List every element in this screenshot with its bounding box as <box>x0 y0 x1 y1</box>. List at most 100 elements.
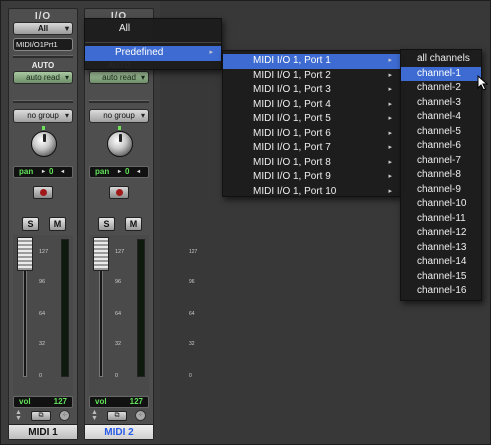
channel-strip-midi-1: I/O All MIDI/O1Prt1 AUTO auto read no gr… <box>8 8 121 440</box>
divider <box>13 55 73 58</box>
submenu-arrow-icon: ▸ <box>388 158 392 166</box>
fader-scale: 127 96 64 32 0 <box>115 249 125 379</box>
record-enable-button[interactable] <box>33 186 53 199</box>
volume-fader[interactable] <box>17 237 33 271</box>
volume-value: 127 <box>53 397 67 406</box>
volume-display[interactable]: vol 127 <box>13 396 73 408</box>
group-id-icon[interactable]: ⧉ <box>107 411 127 421</box>
automation-mode-selector[interactable]: auto read <box>89 71 149 84</box>
submenu-arrow-icon: ▸ <box>388 71 392 79</box>
pan-display[interactable]: pan ▸ 0 ◂ <box>13 166 73 178</box>
input-selector[interactable]: All <box>13 22 73 35</box>
mute-button[interactable]: M <box>125 217 142 231</box>
track-name[interactable]: MIDI 2 <box>85 424 153 439</box>
submenu-arrow-icon: ▸ <box>388 100 392 108</box>
pan-right-arrow-icon: ◂ <box>137 169 141 175</box>
group-id-icon[interactable]: ⧉ <box>31 411 51 421</box>
arrow-pointer-icon <box>477 75 489 91</box>
menu-item-label: Predefined <box>115 47 164 58</box>
fader-section: 127 96 64 32 0 127 96 64 32 0 <box>89 235 197 395</box>
menu-item-channel[interactable]: channel-7 <box>401 154 481 169</box>
pan-indicator <box>42 126 45 130</box>
menu-item-predefined[interactable]: Predefined ▸ <box>85 46 221 61</box>
height-arrows-icon[interactable]: ▲ ▼ <box>15 409 22 422</box>
record-enable-button[interactable] <box>109 186 129 199</box>
submenu-arrow-icon: ▸ <box>388 187 392 195</box>
menu-item-channel[interactable]: channel-9 <box>401 183 481 198</box>
submenu-arrow-icon: ▸ <box>388 86 392 93</box>
automation-label: AUTO <box>31 61 55 70</box>
pan-knob[interactable] <box>31 126 57 157</box>
menu-item-channel[interactable]: channel-10 <box>401 197 481 212</box>
strip-bottom-controls: ▲ ▼ ⧉ ⁘ <box>13 409 73 422</box>
pan-right-arrow-icon: ◂ <box>61 169 65 175</box>
channel-strip-midi-2: I/O AUTO auto read no group pan ▸ 0 ◂ S … <box>84 8 197 440</box>
volume-display[interactable]: vol 127 <box>89 396 149 408</box>
comments-icon[interactable]: ⁘ <box>135 410 146 421</box>
menu-item-port[interactable]: MIDI I/O 1, Port 2 ▸ <box>223 69 400 84</box>
pan-label: pan <box>19 167 34 176</box>
port-submenu: MIDI I/O 1, Port 1 ▸ MIDI I/O 1, Port 2 ▸ … <box>222 50 401 197</box>
pan-left-arrow-icon: ▸ <box>118 169 122 175</box>
menu-item-port[interactable]: MIDI I/O 1, Port 4 ▸ <box>223 98 400 113</box>
submenu-arrow-icon: ▸ <box>388 129 392 137</box>
menu-item-port[interactable]: MIDI I/O 1, Port 7 ▸ <box>223 141 400 156</box>
automation-mode-selector[interactable]: auto read <box>13 71 73 84</box>
io-header: I/O <box>34 11 52 22</box>
volume-label: vol <box>95 397 107 406</box>
pan-indicator <box>118 126 121 130</box>
strip-bottom-controls: ▲ ▼ ⧉ ⁘ <box>89 409 149 422</box>
menu-item-port[interactable]: MIDI I/O 1, Port 1 ▸ <box>223 54 400 69</box>
pan-label: pan <box>95 167 110 176</box>
menu-item-all[interactable]: All <box>85 19 221 39</box>
menu-item-channel[interactable]: channel-1 <box>401 66 481 81</box>
menu-item-all-channels[interactable]: all channels <box>401 52 481 67</box>
menu-item-port[interactable]: MIDI I/O 1, Port 10 ▸ <box>223 185 400 200</box>
volume-label: vol <box>19 397 31 406</box>
menu-item-channel[interactable]: channel-11 <box>401 212 481 227</box>
pan-display[interactable]: pan ▸ 0 ◂ <box>89 166 149 178</box>
divider <box>89 100 149 103</box>
pan-value: 0 <box>49 167 54 176</box>
menu-item-channel[interactable]: channel-13 <box>401 241 481 256</box>
menu-item-channel[interactable]: channel-16 <box>401 284 481 299</box>
menu-item-channel[interactable]: channel-4 <box>401 110 481 125</box>
menu-item-port[interactable]: MIDI I/O 1, Port 9 ▸ <box>223 170 400 185</box>
volume-fader[interactable] <box>93 237 109 271</box>
menu-item-channel[interactable]: channel-14 <box>401 255 481 270</box>
group-selector[interactable]: no group <box>13 109 73 123</box>
solo-button[interactable]: S <box>22 217 39 231</box>
menu-item-channel[interactable]: channel-3 <box>401 96 481 111</box>
submenu-arrow-icon: ▸ <box>388 144 392 151</box>
menu-item-port[interactable]: MIDI I/O 1, Port 6 ▸ <box>223 127 400 142</box>
menu-item-port[interactable]: MIDI I/O 1, Port 8 ▸ <box>223 156 400 171</box>
group-selector[interactable]: no group <box>89 109 149 123</box>
meter-scale: 127 96 64 32 0 <box>57 235 121 385</box>
track-name[interactable]: MIDI 1 <box>9 424 77 439</box>
pan-value: 0 <box>125 167 130 176</box>
menu-item-channel[interactable]: channel-2 <box>401 81 481 96</box>
submenu-arrow-icon: ▸ <box>388 115 392 122</box>
knob-icon <box>107 131 133 157</box>
knob-icon <box>31 131 57 157</box>
solo-button[interactable]: S <box>98 217 115 231</box>
pan-left-arrow-icon: ▸ <box>42 169 46 175</box>
pan-knob[interactable] <box>107 126 133 157</box>
menu-item-channel[interactable]: channel-5 <box>401 125 481 140</box>
mute-button[interactable]: M <box>49 217 66 231</box>
divider <box>13 100 73 103</box>
output-selector[interactable]: MIDI/O1Prt1 <box>13 38 73 51</box>
fader-scale: 127 96 64 32 0 <box>39 249 49 379</box>
submenu-arrow-icon: ▸ <box>388 57 392 64</box>
height-arrows-icon[interactable]: ▲ ▼ <box>91 409 98 422</box>
menu-item-port[interactable]: MIDI I/O 1, Port 5 ▸ <box>223 112 400 127</box>
channel-submenu: all channels channel-1 channel-2 channel… <box>400 49 482 301</box>
menu-item-channel[interactable]: channel-15 <box>401 270 481 285</box>
menu-item-channel[interactable]: channel-6 <box>401 139 481 154</box>
input-menu: All Predefined ▸ <box>84 18 222 70</box>
menu-item-channel[interactable]: channel-8 <box>401 168 481 183</box>
menu-item-channel[interactable]: channel-12 <box>401 226 481 241</box>
fader-section: 127 96 64 32 0 127 96 64 32 0 <box>13 235 121 395</box>
menu-item-port[interactable]: MIDI I/O 1, Port 3 ▸ <box>223 83 400 98</box>
comments-icon[interactable]: ⁘ <box>59 410 70 421</box>
